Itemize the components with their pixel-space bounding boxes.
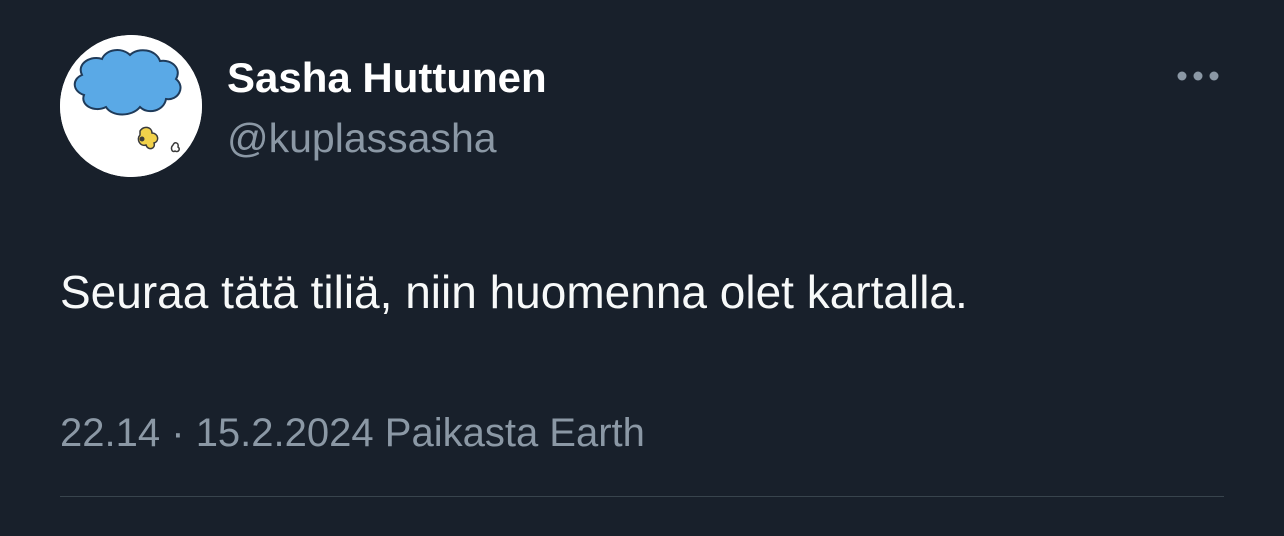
- tweet-meta: 22.14 · 15.2.2024 Paikasta Earth: [60, 408, 645, 458]
- cloud-avatar-icon: [60, 35, 202, 177]
- author-handle[interactable]: @kuplassasha: [227, 113, 497, 163]
- tweet-time[interactable]: 22.14: [60, 411, 160, 455]
- tweet-date[interactable]: 15.2.2024: [196, 411, 374, 455]
- tweet-text: Seuraa tätä tiliä, niin huomenna olet ka…: [60, 266, 968, 318]
- more-options-button[interactable]: [1170, 58, 1226, 94]
- avatar[interactable]: [60, 35, 202, 177]
- author-display-name[interactable]: Sasha Huttunen: [227, 52, 547, 104]
- tweet-location: Paikasta Earth: [384, 411, 645, 455]
- divider: [60, 496, 1224, 497]
- more-options-icon: [1177, 71, 1219, 81]
- meta-separator: ·: [171, 411, 185, 455]
